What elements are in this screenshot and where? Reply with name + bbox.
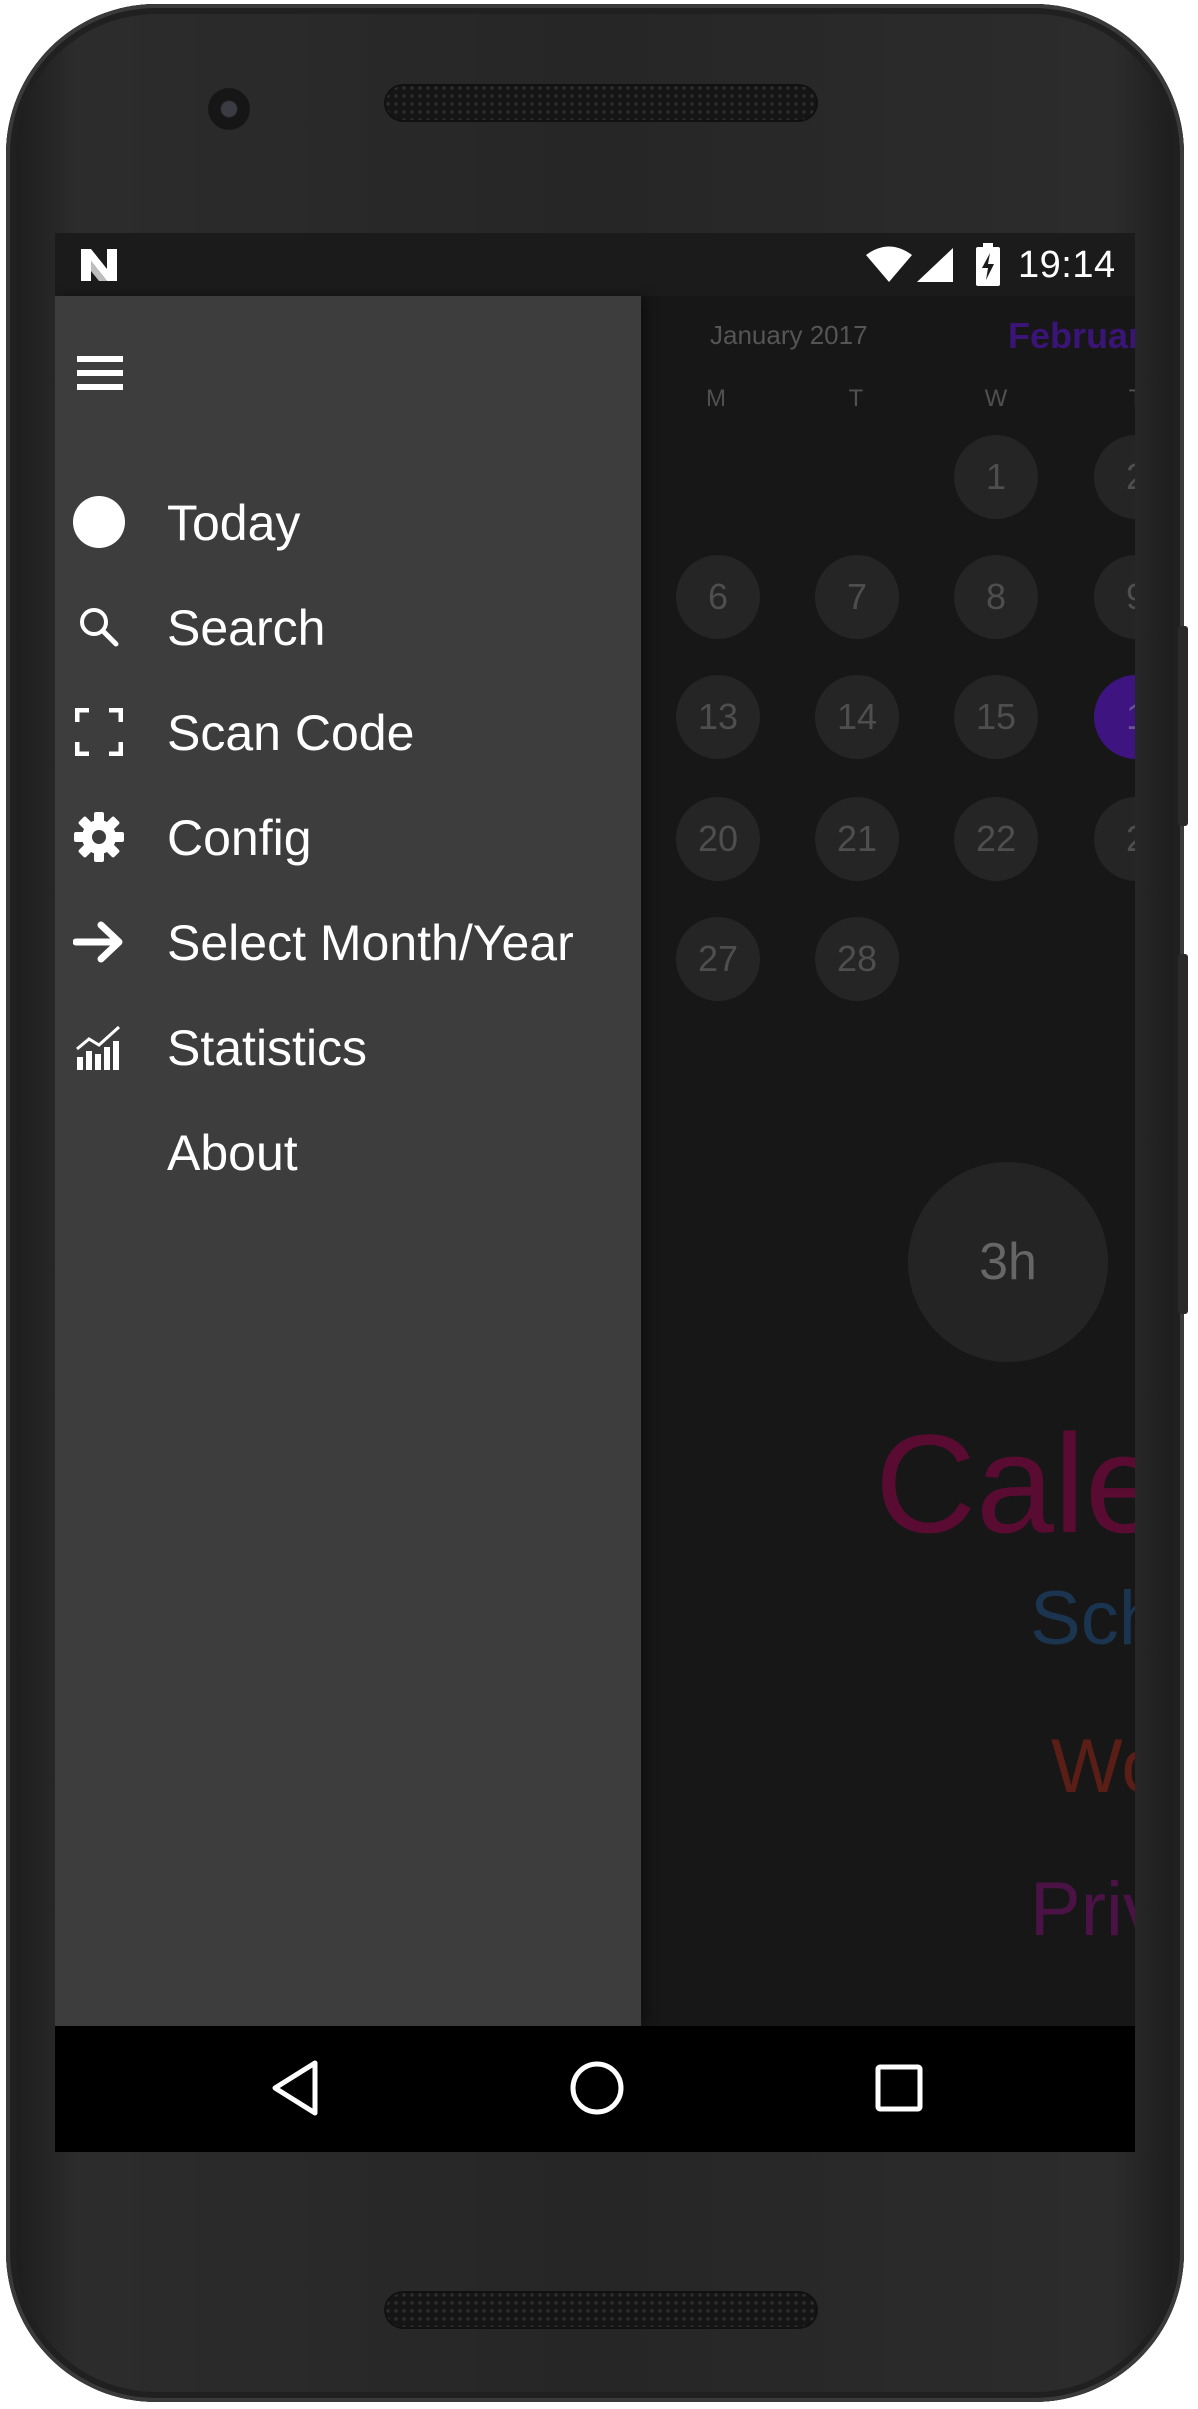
system-nav-bar	[55, 2026, 1135, 2152]
bottom-speaker	[384, 2291, 818, 2329]
signal-icon	[917, 248, 953, 282]
day-cell[interactable]: 6	[676, 555, 760, 639]
day-cell[interactable]: 15	[954, 675, 1038, 759]
statistics-icon	[73, 1021, 125, 1073]
weekday-label: T	[848, 385, 864, 412]
search-icon	[73, 601, 125, 653]
menu-item-config[interactable]: Config	[55, 791, 641, 881]
menu-item-label: Scan Code	[167, 705, 415, 761]
day-cell[interactable]: 22	[954, 797, 1038, 881]
menu-item-select-month-year[interactable]: Select Month/Year	[55, 896, 641, 986]
menu-item-statistics[interactable]: Statistics	[55, 1001, 641, 1091]
day-cell[interactable]: 20	[676, 797, 760, 881]
hamburger-icon[interactable]	[77, 356, 123, 390]
volume-button	[1178, 954, 1188, 1314]
gear-icon	[73, 811, 125, 863]
today-circle-icon	[73, 496, 125, 548]
month-prev-label[interactable]: January 2017	[710, 320, 868, 351]
navigation-drawer: Today Search Scan Code Config Select Mon…	[55, 296, 641, 2026]
day-cell[interactable]: 8	[954, 555, 1038, 639]
menu-item-scan-code[interactable]: Scan Code	[55, 686, 641, 776]
day-cell[interactable]: 28	[815, 917, 899, 1001]
front-camera	[208, 88, 250, 130]
day-cell[interactable]: 21	[815, 797, 899, 881]
battery-charging-icon	[976, 243, 1000, 286]
n-logo-icon	[81, 249, 117, 281]
day-cell[interactable]: 14	[815, 675, 899, 759]
menu-item-search[interactable]: Search	[55, 581, 641, 671]
day-cell[interactable]: 13	[676, 675, 760, 759]
top-speaker	[384, 84, 818, 122]
day-cell[interactable]: 27	[676, 917, 760, 1001]
hours-total[interactable]: 3h	[908, 1162, 1108, 1362]
scan-frame-icon	[73, 706, 125, 758]
recents-icon[interactable]	[874, 2058, 926, 2118]
menu-item-label: Select Month/Year	[167, 915, 574, 971]
weekday-label: T	[1116, 385, 1135, 413]
home-icon[interactable]	[567, 2058, 627, 2118]
back-icon[interactable]	[269, 2058, 321, 2118]
status-bar: 19:14	[55, 233, 1135, 296]
month-current-label[interactable]: February	[1008, 315, 1135, 357]
screen: January 2017 February M T W T 1 2 6 7 8 …	[55, 233, 1135, 2152]
calendar-category-label[interactable]: Sch	[1030, 1575, 1135, 1662]
menu-item-label: Config	[167, 810, 312, 866]
wifi-icon	[866, 246, 912, 282]
weekday-label: M	[706, 385, 726, 412]
day-cell-selected[interactable]: 1	[1094, 675, 1135, 759]
power-button	[1178, 626, 1188, 826]
menu-item-about[interactable]: About	[55, 1106, 641, 1196]
menu-item-label: Search	[167, 600, 326, 656]
menu-item-label: About	[167, 1125, 298, 1181]
calendar-category-label[interactable]: Wo	[1051, 1723, 1135, 1810]
day-cell[interactable]: 1	[954, 435, 1038, 519]
arrow-right-icon	[73, 916, 125, 968]
calendar-category-label[interactable]: Priv	[1030, 1866, 1135, 1953]
day-cell[interactable]: 9	[1094, 555, 1135, 639]
calendar-category-label[interactable]: Cale	[875, 1403, 1135, 1565]
day-cell[interactable]: 2	[1094, 435, 1135, 519]
weekday-label: W	[984, 385, 1008, 412]
menu-item-today[interactable]: Today	[55, 476, 641, 566]
status-time: 19:14	[1018, 244, 1116, 286]
day-cell[interactable]: 7	[815, 555, 899, 639]
menu-item-label: Statistics	[167, 1020, 368, 1076]
day-cell[interactable]: 2	[1094, 797, 1135, 881]
menu-item-label: Today	[167, 495, 301, 551]
